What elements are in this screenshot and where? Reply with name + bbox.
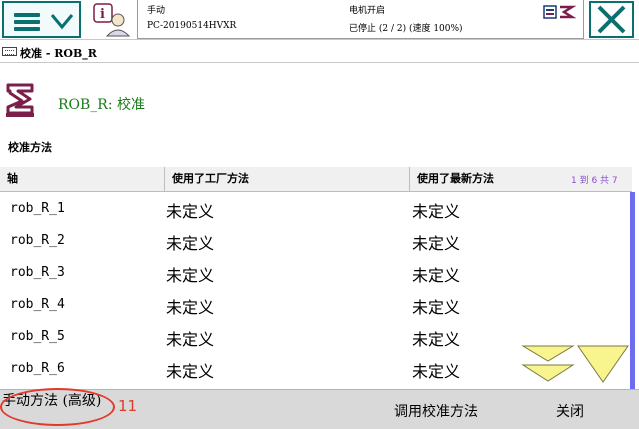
column-header-factory-method[interactable]: 使用了工厂方法: [164, 167, 409, 192]
latest-method-value: 未定义: [412, 330, 461, 349]
scroll-controls: [521, 345, 629, 383]
factory-method-value: 未定义: [166, 266, 215, 285]
factory-method-value: 未定义: [166, 234, 215, 253]
calibration-methods-label: 校准方法: [8, 141, 52, 154]
mechanical-unit-title: ROB_R: 校准: [58, 97, 146, 113]
axis-name: rob_R_4: [10, 297, 65, 312]
close-command-button[interactable]: 关闭: [556, 401, 584, 421]
info-person-icon[interactable]: i: [92, 2, 132, 38]
column-header-axis[interactable]: 轴: [0, 167, 164, 192]
scroll-down-icon[interactable]: [577, 345, 629, 383]
main-menu-button[interactable]: [2, 1, 81, 38]
motor-state: 电机开启: [349, 6, 386, 16]
latest-method-value: 未定义: [412, 234, 461, 253]
window-title-bar: 校准 - ROB_R: [0, 41, 639, 63]
call-calibration-method-button[interactable]: 调用校准方法: [394, 401, 478, 421]
page-indicator: 1 到 6 共 7: [571, 176, 618, 186]
program-state: 已停止 (2 / 2) (速度 100%): [349, 24, 463, 34]
robot-arm-icon: [6, 83, 34, 117]
status-panel[interactable]: 手动 PC-20190514HVXR 电机开启 已停止 (2 / 2) (速度 …: [137, 0, 584, 39]
task-status-icon: [543, 5, 576, 19]
axis-name: rob_R_6: [10, 361, 65, 376]
svg-text:i: i: [100, 7, 105, 22]
table-row[interactable]: rob_R_2 未定义 未定义: [0, 225, 630, 257]
page-down-icon[interactable]: [521, 345, 575, 382]
annotation-ellipse: [0, 388, 115, 426]
table-header: 轴 使用了工厂方法 使用了最新方法: [0, 167, 632, 192]
latest-method-value: 未定义: [412, 266, 461, 285]
axis-name: rob_R_2: [10, 233, 65, 248]
factory-method-value: 未定义: [166, 330, 215, 349]
window-title: 校准 - ROB_R: [20, 47, 97, 60]
top-bar: i 手动 PC-20190514HVXR 电机开启 已停止 (2 / 2) (速…: [0, 0, 639, 40]
hamburger-menu-icon: [14, 13, 40, 31]
axis-name: rob_R_1: [10, 201, 65, 216]
operating-mode: 手动: [147, 6, 166, 16]
table-row[interactable]: rob_R_3 未定义 未定义: [0, 257, 630, 289]
latest-method-value: 未定义: [412, 202, 461, 221]
keyboard-icon: [2, 47, 17, 56]
table-row[interactable]: rob_R_1 未定义 未定义: [0, 193, 630, 225]
axis-name: rob_R_3: [10, 265, 65, 280]
controller-name: PC-20190514HVXR: [147, 21, 237, 31]
factory-method-value: 未定义: [166, 362, 215, 381]
chevron-down-icon: [50, 14, 74, 30]
factory-method-value: 未定义: [166, 202, 215, 221]
latest-method-value: 未定义: [412, 362, 461, 381]
table-row[interactable]: rob_R_4 未定义 未定义: [0, 289, 630, 321]
close-icon: [597, 5, 626, 34]
close-button[interactable]: [589, 1, 634, 38]
annotation-number: 11: [118, 397, 138, 415]
axis-name: rob_R_5: [10, 329, 65, 344]
factory-method-value: 未定义: [166, 298, 215, 317]
latest-method-value: 未定义: [412, 298, 461, 317]
